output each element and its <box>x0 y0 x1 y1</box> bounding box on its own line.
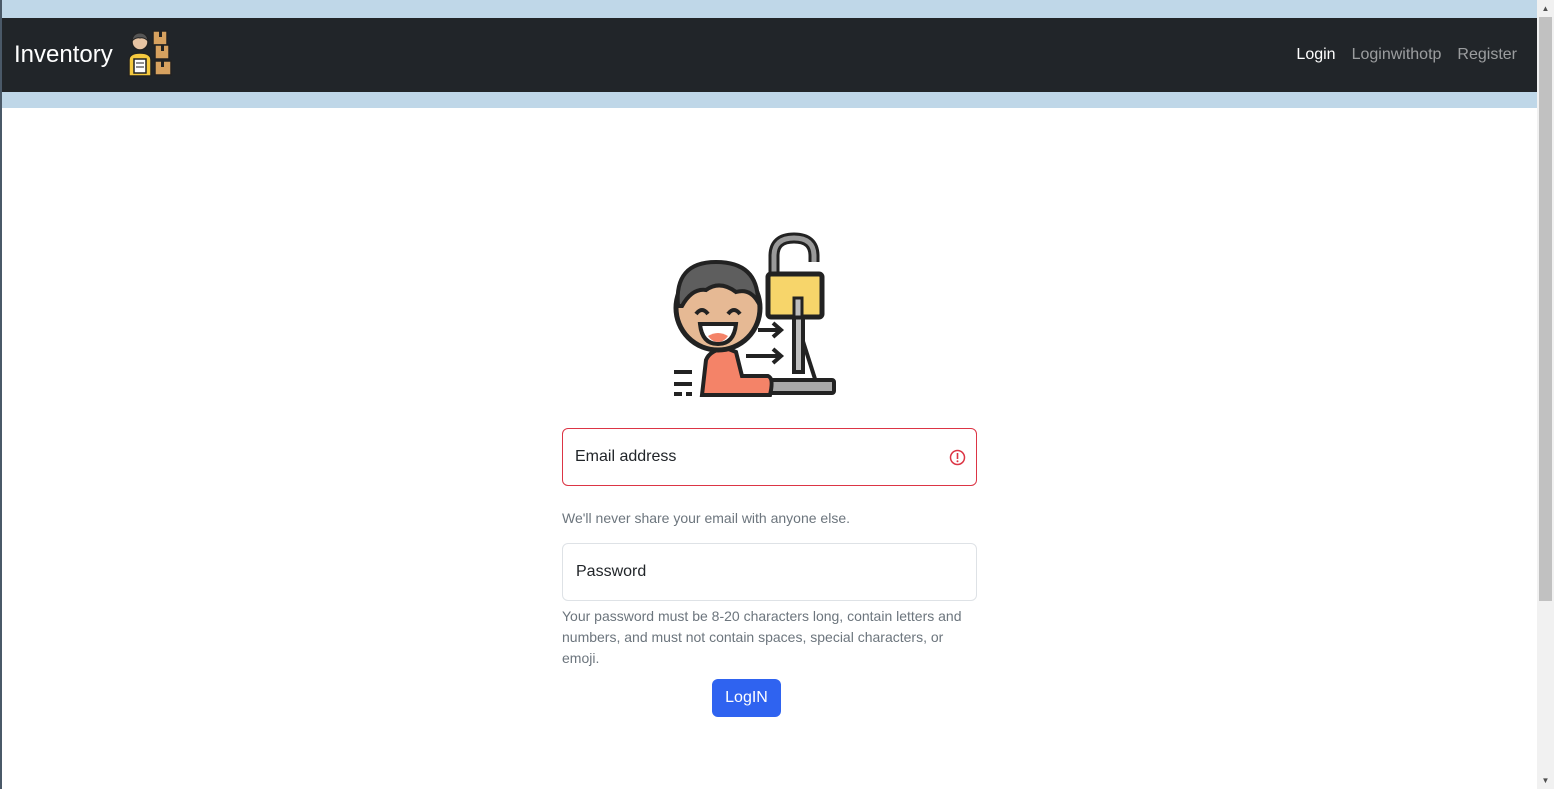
brand-text: Inventory <box>14 41 113 68</box>
scroll-thumb[interactable] <box>1539 17 1552 601</box>
email-help: We'll never share your email with anyone… <box>562 510 850 526</box>
warehouse-worker-boxes-icon <box>127 30 172 77</box>
scroll-down-arrow-icon[interactable]: ▼ <box>1537 772 1554 789</box>
nav-link-login[interactable]: Login <box>1296 46 1335 64</box>
nav-link-loginwithotp[interactable]: Loginwithotp <box>1352 46 1442 64</box>
error-icon <box>949 449 966 466</box>
login-button[interactable]: LogIN <box>712 679 781 717</box>
navbar: Inventory Login Loginwithotp Register <box>2 18 1537 92</box>
brand-link[interactable]: Inventory <box>14 18 175 92</box>
password-help: Your password must be 8-20 characters lo… <box>562 608 962 666</box>
password-input[interactable] <box>563 544 976 600</box>
nav-link-register[interactable]: Register <box>1457 46 1517 64</box>
email-field[interactable]: Email address <box>562 428 977 486</box>
password-field[interactable]: Password <box>562 543 977 601</box>
scroll-up-arrow-icon[interactable]: ▲ <box>1537 0 1554 17</box>
unlock-login-user-icon <box>673 232 836 397</box>
vertical-scrollbar[interactable]: ▲ ▼ <box>1537 0 1554 789</box>
nav-links: Login Loginwithotp Register <box>1280 18 1517 92</box>
email-input[interactable] <box>563 429 976 485</box>
login-form: Email address We'll never share your ema… <box>562 428 977 717</box>
